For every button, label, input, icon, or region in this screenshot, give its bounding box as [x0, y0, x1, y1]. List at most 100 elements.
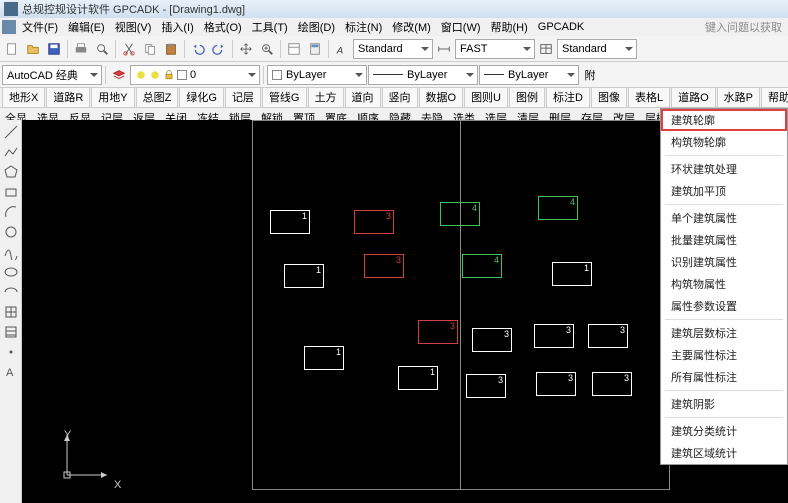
undo-icon[interactable] [188, 39, 208, 59]
module-tab[interactable]: 竖向 [382, 88, 418, 107]
help-search[interactable]: 键入问题以获取 [701, 18, 786, 36]
building-rect[interactable]: 3 [354, 210, 394, 234]
text-style-icon[interactable]: A [332, 39, 352, 59]
linetype-combo[interactable]: ByLayer [368, 65, 478, 85]
menu-item[interactable]: 建筑轮廓 [661, 109, 787, 131]
menu-item[interactable]: 属性参数设置 [661, 295, 787, 317]
color-combo[interactable]: ByLayer [267, 65, 367, 85]
building-rect[interactable]: 1 [284, 264, 324, 288]
text-style-combo[interactable]: Standard [353, 39, 433, 59]
rect-icon[interactable] [3, 184, 19, 200]
module-tab[interactable]: 土方 [308, 88, 344, 107]
module-tab[interactable]: 管线G [262, 88, 307, 107]
menu-item[interactable]: 识别建筑属性 [661, 251, 787, 273]
props-icon[interactable] [284, 39, 304, 59]
module-tab[interactable]: 记层 [225, 88, 261, 107]
menu-item[interactable]: 建筑加平顶 [661, 180, 787, 202]
menu-item[interactable]: 工具(T) [248, 18, 292, 36]
module-tab[interactable]: 图像 [591, 88, 627, 107]
menubar[interactable]: 文件(F)编辑(E)视图(V)插入(I)格式(O)工具(T)绘图(D)标注(N)… [0, 18, 788, 36]
menu-item[interactable]: 编辑(E) [64, 18, 109, 36]
menu-item[interactable]: 建筑层数标注 [661, 322, 787, 344]
building-rect[interactable]: 4 [440, 202, 480, 226]
building-rect[interactable]: 1 [398, 366, 438, 390]
building-rect[interactable]: 3 [466, 374, 506, 398]
menu-item[interactable]: 构筑物属性 [661, 273, 787, 295]
ellipse-icon[interactable] [3, 264, 19, 280]
pline-icon[interactable] [3, 144, 19, 160]
zoom-icon[interactable] [257, 39, 277, 59]
ellipse-arc-icon[interactable] [3, 284, 19, 300]
print-icon[interactable] [71, 39, 91, 59]
preview-icon[interactable] [92, 39, 112, 59]
menu-item[interactable]: 视图(V) [111, 18, 156, 36]
module-tab[interactable]: 标注D [546, 88, 590, 107]
module-tab[interactable]: 水路P [717, 88, 760, 107]
menu-item[interactable]: 帮助(H) [487, 18, 532, 36]
module-tab[interactable]: 表格L [628, 88, 670, 107]
arc-icon[interactable] [3, 204, 19, 220]
line-icon[interactable] [3, 124, 19, 140]
building-rect[interactable]: 4 [462, 254, 502, 278]
building-rect[interactable]: 3 [364, 254, 404, 278]
module-tab[interactable]: 图则U [464, 88, 508, 107]
building-rect[interactable]: 3 [472, 328, 512, 352]
spline-icon[interactable] [3, 244, 19, 260]
redo-icon[interactable] [209, 39, 229, 59]
polygon-icon[interactable] [3, 164, 19, 180]
menu-item[interactable]: 绘图(D) [294, 18, 339, 36]
menu-item[interactable]: GPCADK [534, 20, 588, 34]
menu-item[interactable]: 建筑阴影 [661, 393, 787, 415]
building-rect[interactable]: 1 [552, 262, 592, 286]
menu-item[interactable]: 环状建筑处理 [661, 158, 787, 180]
menu-item[interactable]: 构筑物轮廓 [661, 131, 787, 153]
point-icon[interactable] [3, 344, 19, 360]
module-tab[interactable]: 帮助H [761, 88, 788, 107]
module-tab[interactable]: 道路R [46, 88, 90, 107]
more-icon[interactable]: 附 [580, 65, 600, 85]
menu-item[interactable]: 主要属性标注 [661, 344, 787, 366]
menu-item[interactable]: 所有属性标注 [661, 366, 787, 388]
calc-icon[interactable] [305, 39, 325, 59]
menu-item[interactable]: 窗口(W) [437, 18, 485, 36]
workspace-combo[interactable]: AutoCAD 经典 [2, 65, 102, 85]
open-icon[interactable] [23, 39, 43, 59]
copy-icon[interactable] [140, 39, 160, 59]
insert-icon[interactable] [3, 304, 19, 320]
menu-item[interactable]: 批量建筑属性 [661, 229, 787, 251]
save-icon[interactable] [44, 39, 64, 59]
menu-item[interactable]: 建筑分类统计 [661, 420, 787, 442]
module-tab[interactable]: 总图Z [136, 88, 179, 107]
layer-combo[interactable]: 0 [130, 65, 260, 85]
menu-item[interactable]: 文件(F) [18, 18, 62, 36]
module-tab[interactable]: 道向 [345, 88, 381, 107]
building-rect[interactable]: 3 [534, 324, 574, 348]
cut-icon[interactable] [119, 39, 139, 59]
layer-props-icon[interactable] [109, 65, 129, 85]
table-style-icon[interactable] [536, 39, 556, 59]
lineweight-combo[interactable]: ByLayer [479, 65, 579, 85]
new-icon[interactable] [2, 39, 22, 59]
module-tab[interactable]: 用地Y [91, 88, 134, 107]
dim-style-icon[interactable] [434, 39, 454, 59]
building-rect[interactable]: 3 [536, 372, 576, 396]
paste-icon[interactable] [161, 39, 181, 59]
building-rect[interactable]: 3 [588, 324, 628, 348]
module-tab[interactable]: 绿化G [179, 88, 224, 107]
menu-item[interactable]: 单个建筑属性 [661, 207, 787, 229]
building-rect[interactable]: 4 [538, 196, 578, 220]
circle-icon[interactable] [3, 224, 19, 240]
hatch-icon[interactable] [3, 324, 19, 340]
dim-style-combo[interactable]: FAST [455, 39, 535, 59]
building-rect[interactable]: 1 [270, 210, 310, 234]
menu-item[interactable]: 格式(O) [200, 18, 246, 36]
building-rect[interactable]: 3 [592, 372, 632, 396]
building-rect[interactable]: 3 [418, 320, 458, 344]
menu-item[interactable]: 修改(M) [388, 18, 435, 36]
pan-icon[interactable] [236, 39, 256, 59]
module-tab[interactable]: 地形X [2, 88, 45, 107]
text-icon[interactable]: A [3, 364, 19, 380]
menu-item[interactable]: 插入(I) [157, 18, 197, 36]
table-style-combo[interactable]: Standard [557, 39, 637, 59]
module-tab[interactable]: 图例 [509, 88, 545, 107]
